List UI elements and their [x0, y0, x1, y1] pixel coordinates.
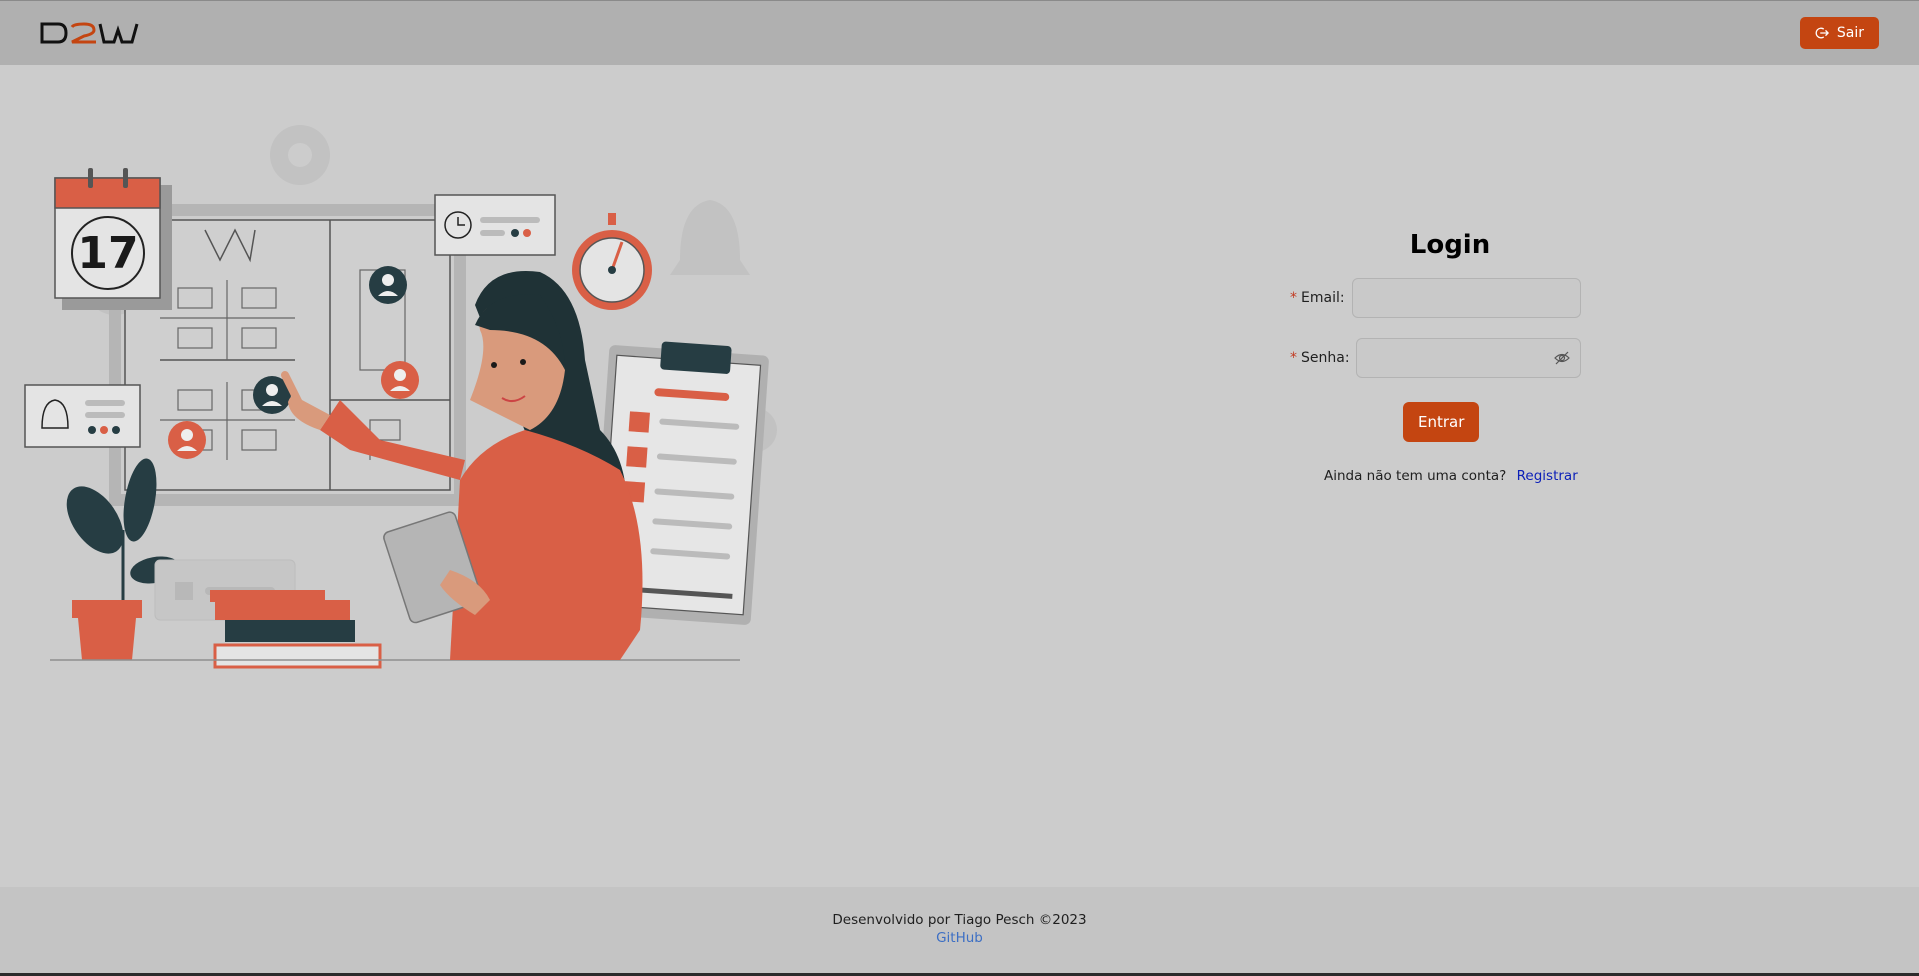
email-label: * Email:	[1290, 290, 1352, 306]
top-header: Sair	[0, 0, 1919, 65]
calendar-day: 17	[77, 228, 138, 279]
email-label-text: Email	[1301, 290, 1340, 306]
label-colon: :	[1344, 350, 1350, 366]
login-submit-button[interactable]: Entrar	[1403, 402, 1480, 442]
password-field-wrapper	[1356, 338, 1581, 378]
register-link[interactable]: Registrar	[1517, 468, 1578, 484]
office-illustration: 17	[24, 125, 777, 669]
logout-icon	[1815, 27, 1829, 39]
page-footer: Desenvolvido por Tiago Pesch ©2023 GitHu…	[0, 887, 1919, 973]
github-link[interactable]: GitHub	[0, 930, 1919, 946]
password-label: * Senha:	[1290, 350, 1352, 366]
login-title: Login	[1409, 230, 1491, 260]
main-content: 17 Login * Email: * Senha: Entrar Ainda …	[0, 65, 1919, 887]
password-field[interactable]	[1357, 339, 1537, 377]
login-form: Login * Email: * Senha: Entrar Ainda não…	[1290, 230, 1590, 484]
required-marker: *	[1290, 350, 1297, 366]
logout-label: Sair	[1836, 25, 1864, 41]
label-colon: :	[1339, 290, 1345, 306]
email-field[interactable]	[1352, 278, 1581, 318]
footer-credits: Desenvolvido por Tiago Pesch ©2023	[832, 912, 1087, 928]
password-row: * Senha:	[1290, 338, 1590, 378]
register-prompt-line: Ainda não tem uma conta? Registrar	[1324, 468, 1590, 484]
password-label-text: Senha	[1301, 350, 1345, 366]
eye-invisible-icon[interactable]	[1554, 350, 1570, 366]
logout-button[interactable]: Sair	[1799, 17, 1879, 49]
required-marker: *	[1290, 290, 1297, 306]
app-logo[interactable]	[40, 13, 140, 53]
email-row: * Email:	[1290, 278, 1590, 318]
d2w-logo-icon	[40, 22, 139, 44]
register-prompt: Ainda não tem uma conta?	[1324, 468, 1507, 484]
